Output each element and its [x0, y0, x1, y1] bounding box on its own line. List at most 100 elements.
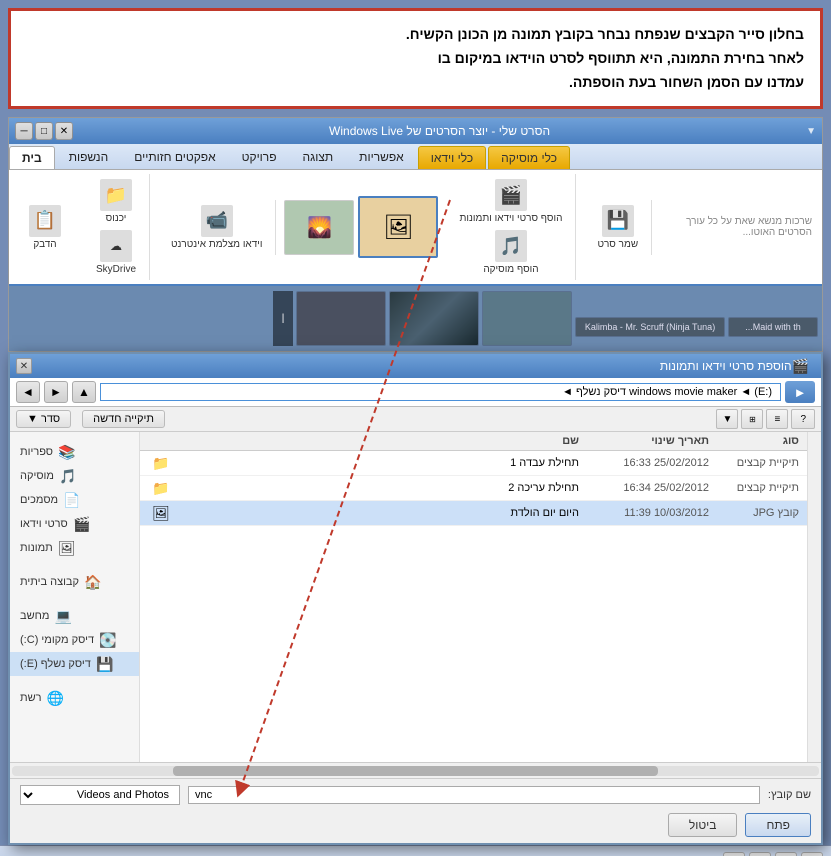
play-button[interactable]: ▶: [801, 852, 823, 856]
instruction-line1: בחלון סייר הקבצים שנפתח נבחר בקובץ תמונה…: [27, 23, 804, 47]
photo-thumbnail[interactable]: 🖼: [358, 196, 438, 258]
webcam-icon: 📹: [201, 205, 233, 237]
view-details-button[interactable]: ⊞: [741, 409, 763, 429]
skydrive-button[interactable]: ☁ SkyDrive: [91, 227, 141, 278]
new-folder-button[interactable]: תיקייה חדשה: [82, 410, 165, 428]
nav-drive-c[interactable]: 💽 דיסק מקומי (C:): [10, 628, 139, 652]
drive-e-icon: 💾: [97, 656, 113, 672]
open-button[interactable]: פתח: [745, 813, 811, 837]
video-clip-1[interactable]: [482, 291, 572, 346]
ribbon-group-paste: 📋 הדבק: [15, 200, 75, 255]
import-button[interactable]: 📁 יכנוס: [95, 176, 137, 227]
save-movie-button[interactable]: 💾 שמר סרט: [592, 202, 643, 253]
nav-music[interactable]: 🎵 מוסיקה: [10, 464, 139, 488]
add-music-icon: 🎵: [495, 230, 527, 262]
minimize-button[interactable]: ─: [15, 122, 33, 140]
nav-drive-e[interactable]: 💾 דיסק נשלף (E:): [10, 652, 139, 676]
network-icon: 🌐: [48, 690, 64, 706]
tab-effects[interactable]: אפשריות: [347, 146, 416, 169]
ribbon-group-save: 💾 שמר סרט: [584, 200, 652, 255]
empty-space: [140, 526, 807, 726]
timeline-cursor: |: [273, 291, 293, 346]
file-row-2[interactable]: 📁 תחילת עריכה 2 25/02/2012 16:34 תיקיית …: [140, 476, 807, 501]
file-list-area: שם תאריך שינוי סוג 📁 תחילת עבדה 1 25/02/…: [140, 432, 807, 762]
dialog-title: הוספת סרטי וידאו ותמונות: [32, 359, 792, 373]
video-clip-2[interactable]: [389, 291, 479, 346]
tab-music-tools[interactable]: כלי מוסיקה: [488, 146, 570, 169]
dialog-buttons: ביטול פתח: [20, 813, 811, 837]
nav-pictures[interactable]: 🖼 תמונות: [10, 536, 139, 560]
add-music-button[interactable]: 🎵 הוסף מוסיקה: [478, 227, 543, 278]
homegroup-icon: 🏠: [85, 574, 101, 590]
nav-libraries[interactable]: 📚 ספריות: [10, 440, 139, 464]
save-icon: 💾: [602, 205, 634, 237]
view-more-button[interactable]: ▼: [716, 409, 738, 429]
file-row-1[interactable]: 📁 תחילת עבדה 1 25/02/2012 16:33 תיקיית ק…: [140, 451, 807, 476]
dialog-close-button[interactable]: ✕: [16, 358, 32, 374]
file-type-select[interactable]: Videos and Photos: [20, 785, 180, 805]
nav-back-button[interactable]: ◄: [16, 381, 40, 403]
ribbon-group-add-media: 🎬 הוסף סרטי וידאו ותמונות 🎵 הוסף מוסיקה: [446, 174, 576, 280]
tab-project[interactable]: פרויקט: [230, 146, 289, 169]
nav-documents[interactable]: 📄 מסמכים: [10, 488, 139, 512]
tab-view[interactable]: תצוגה: [291, 146, 346, 169]
nav-forward-button[interactable]: ►: [44, 381, 68, 403]
filename-label: שם קובץ:: [768, 789, 811, 801]
scroll-thumb[interactable]: [173, 766, 657, 776]
add-video-button[interactable]: 📹 וידאו מצלמת אינטרנט: [166, 202, 267, 253]
scrollbar[interactable]: [807, 432, 821, 762]
add-videos-photos-button[interactable]: 🎬 הוסף סרטי וידאו ותמונות: [454, 176, 567, 227]
address-path[interactable]: windows movie maker ◄ (E:) דיסק נשלף ◄: [100, 383, 781, 401]
computer-icon: 💻: [55, 608, 71, 624]
pictures-icon: 🖼: [59, 540, 75, 556]
tab-video-tools[interactable]: כלי וידאו: [418, 146, 486, 169]
folder-icon-2: 📁: [152, 480, 170, 496]
nav-homegroup[interactable]: 🏠 קבוצה ביתית: [10, 570, 139, 594]
nav-up-button[interactable]: ▲: [72, 381, 96, 403]
rewind-button[interactable]: ◀◀: [775, 852, 797, 856]
file-row-3[interactable]: 🖼 היום יום הולדת 10/03/2012 11:39 קובץ J…: [140, 501, 807, 526]
ribbon-group-import: 📁 יכנוס ☁ SkyDrive: [83, 174, 150, 280]
documents-icon: 📄: [64, 492, 80, 508]
video-clip-3[interactable]: [296, 291, 386, 346]
libraries-icon: 📚: [59, 444, 75, 460]
tab-visual-effects[interactable]: אפקטים חזותיים: [122, 146, 227, 169]
window-title: הסרט שלי - יוצר הסרטים של Windows Live: [73, 124, 806, 138]
ribbon-tabs: בית הנשפות אפקטים חזותיים פרויקט תצוגה א…: [9, 144, 822, 170]
step-back-button[interactable]: |◀: [749, 852, 771, 856]
toolbar-area: ? ≡ ⊞ ▼ תיקייה חדשה סדר ▼: [10, 407, 821, 432]
view-list-button[interactable]: ≡: [766, 409, 788, 429]
title-bar-controls: ─ □ ✕: [15, 122, 73, 140]
nav-network[interactable]: 🌐 רשת: [10, 686, 139, 710]
tab-home[interactable]: בית: [9, 146, 55, 169]
column-headers: שם תאריך שינוי סוג: [140, 432, 807, 451]
nav-videos[interactable]: 🎬 סרטי וידאו: [10, 512, 139, 536]
nav-panel: 📚 ספריות 🎵 מוסיקה 📄 מסמכים 🎬 סרטי וידאו …: [10, 432, 140, 762]
dialog-bottom: שם קובץ: Videos and Photos ביטול פתח: [10, 778, 821, 843]
music-icon: 🎵: [60, 468, 76, 484]
maximize-button[interactable]: □: [35, 122, 53, 140]
videos-icon: 🎬: [74, 516, 90, 532]
sort-button[interactable]: סדר ▼: [16, 410, 71, 428]
nav-computer[interactable]: 💻 מחשב: [10, 604, 139, 628]
landscape-thumbnail[interactable]: 🌄: [284, 200, 354, 255]
dialog-body: 📚 ספריות 🎵 מוסיקה 📄 מסמכים 🎬 סרטי וידאו …: [10, 432, 821, 762]
paste-icon: 📋: [29, 205, 61, 237]
storyboard-area: Maid with th... Kalimba - Mr. Scruff (Ni…: [9, 286, 822, 351]
cancel-button[interactable]: ביטול: [668, 813, 738, 837]
filename-input[interactable]: [188, 786, 760, 804]
step-forward-button[interactable]: ▶|: [723, 852, 745, 856]
organize-button[interactable]: ?: [791, 409, 815, 429]
close-button[interactable]: ✕: [55, 122, 73, 140]
horizontal-scrollbar[interactable]: [10, 762, 821, 778]
nav-go-button[interactable]: ►: [785, 381, 815, 403]
bottom-taskbar: ▶ ◀◀ |◀ ▶| פריט 2 מתוך 9: [0, 845, 831, 856]
add-videos-photos-icon: 🎬: [495, 179, 527, 211]
paste-button[interactable]: 📋 הדבק: [24, 202, 66, 253]
instruction-line2: לאחר בחירת התמונה, היא תתווסף לסרט הוידא…: [27, 47, 804, 71]
skydrive-icon: ☁: [100, 230, 132, 262]
scroll-track: [12, 766, 819, 776]
instruction-box: בחלון סייר הקבצים שנפתח נבחר בקובץ תמונה…: [8, 8, 823, 109]
dialog-title-bar: ✕ הוספת סרטי וידאו ותמונות 🎬: [10, 354, 821, 378]
tab-tools[interactable]: הנשפות: [57, 146, 121, 169]
